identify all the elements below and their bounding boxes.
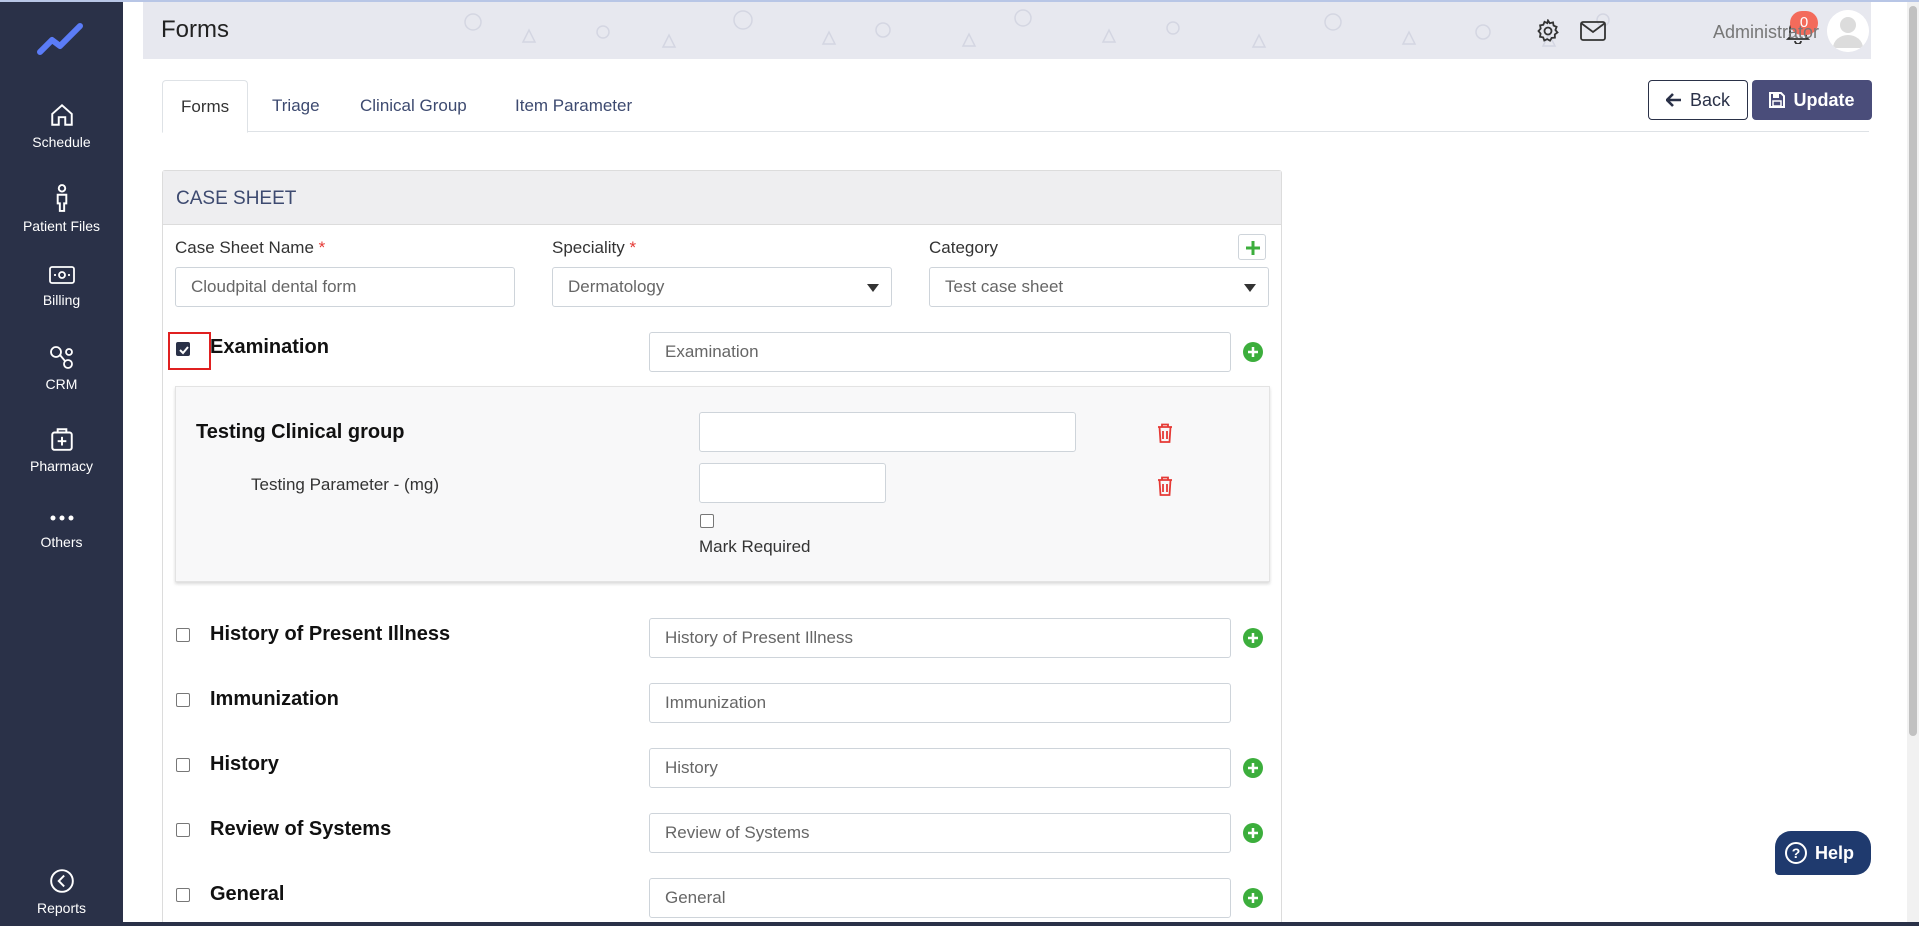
- section-title: Immunization: [210, 688, 339, 710]
- highlight-box: [168, 332, 211, 370]
- sidebar-item-label: Patient Files: [22, 218, 101, 234]
- section-title: History: [210, 753, 279, 775]
- section-checkbox[interactable]: [176, 628, 190, 642]
- section-input[interactable]: History: [649, 748, 1231, 788]
- sidebar-item-label: CRM: [45, 376, 78, 392]
- arrow-left-icon: [1665, 93, 1681, 107]
- section-title: General: [210, 883, 285, 905]
- section-checkbox[interactable]: [176, 823, 190, 837]
- tab-forms[interactable]: Forms: [162, 80, 249, 133]
- sidebar-item-label: Schedule: [32, 134, 91, 150]
- case-sheet-title: CASE SHEET: [176, 188, 297, 209]
- save-icon: [1769, 92, 1786, 108]
- sidebar-item-crm[interactable]: CRM: [0, 344, 123, 392]
- trash-icon[interactable]: [1157, 423, 1173, 443]
- category-label: Category: [929, 238, 998, 257]
- trash-icon[interactable]: [1157, 476, 1173, 496]
- section-input[interactable]: Review of Systems: [649, 813, 1231, 853]
- user-name[interactable]: Administrator: [1713, 22, 1819, 43]
- tab-item-parameter[interactable]: Item Parameter: [497, 80, 650, 132]
- examination-title: Examination: [210, 336, 329, 358]
- section-input[interactable]: History of Present Illness: [649, 618, 1231, 658]
- section-input[interactable]: General: [649, 878, 1231, 918]
- sidebar-item-patient-files[interactable]: Patient Files: [0, 184, 123, 234]
- plus-icon: [1246, 241, 1260, 255]
- page-title: Forms: [161, 16, 229, 43]
- update-label: Update: [1793, 90, 1855, 110]
- pharmacy-icon: [50, 428, 73, 451]
- crm-icon: [49, 346, 73, 369]
- section-title: Review of Systems: [210, 818, 392, 840]
- speciality-label: Speciality *: [552, 238, 637, 257]
- back-button[interactable]: Back: [1648, 80, 1748, 120]
- chevron-down-icon: [1244, 284, 1256, 292]
- patient-icon: [56, 184, 67, 212]
- bottom-border: [0, 922, 1919, 926]
- clinical-group-input[interactable]: [699, 412, 1076, 452]
- sidebar: Schedule Patient Files Billing CRM Pharm…: [0, 2, 123, 926]
- section-title: History of Present Illness: [210, 623, 451, 645]
- user-avatar-icon: [1827, 10, 1869, 52]
- home-icon: [50, 103, 73, 126]
- section-checkbox[interactable]: [176, 758, 190, 772]
- chevron-down-icon: [867, 284, 879, 292]
- more-icon: [50, 515, 73, 521]
- sidebar-item-label: Others: [40, 534, 83, 550]
- top-header: Forms 0 Administrator: [143, 2, 1871, 59]
- sidebar-item-label: Reports: [36, 900, 87, 916]
- section-checkbox[interactable]: [176, 888, 190, 902]
- add-section-icon[interactable]: [1243, 888, 1263, 908]
- speciality-select[interactable]: Dermatology: [552, 267, 892, 307]
- category-select[interactable]: Test case sheet: [929, 267, 1269, 307]
- case-sheet-name-label: Case Sheet Name *: [175, 238, 326, 257]
- sidebar-item-label: Billing: [42, 292, 81, 308]
- mark-required-checkbox[interactable]: [700, 514, 714, 528]
- sidebar-item-pharmacy[interactable]: Pharmacy: [0, 426, 123, 474]
- help-label: Help: [1815, 843, 1855, 863]
- sidebar-item-schedule[interactable]: Schedule: [0, 102, 123, 150]
- help-button[interactable]: ? Help: [1775, 831, 1871, 875]
- avatar[interactable]: [1827, 10, 1869, 52]
- tab-triage[interactable]: Triage: [254, 80, 338, 132]
- parameter-label: Testing Parameter - (mg): [251, 475, 439, 494]
- scrollbar[interactable]: [1907, 2, 1919, 926]
- sidebar-item-label: Pharmacy: [29, 458, 94, 474]
- billing-icon: [48, 266, 75, 284]
- add-examination-icon[interactable]: [1243, 342, 1263, 362]
- sidebar-item-reports[interactable]: Reports: [0, 868, 123, 916]
- add-category-button[interactable]: [1238, 234, 1266, 260]
- reports-icon: [49, 869, 74, 893]
- gear-icon[interactable]: [1536, 19, 1560, 43]
- question-icon: ?: [1785, 842, 1807, 864]
- case-sheet-header: CASE SHEET: [163, 171, 1281, 225]
- mark-required-label: Mark Required: [699, 537, 811, 556]
- back-label: Back: [1689, 90, 1731, 110]
- sidebar-item-billing[interactable]: Billing: [0, 264, 123, 308]
- tab-clinical-group[interactable]: Clinical Group: [342, 80, 485, 132]
- scroll-thumb[interactable]: [1909, 6, 1917, 736]
- add-section-icon[interactable]: [1243, 823, 1263, 843]
- section-checkbox[interactable]: [176, 693, 190, 707]
- add-section-icon[interactable]: [1243, 758, 1263, 778]
- section-input[interactable]: Immunization: [649, 683, 1231, 723]
- header-decoration: [464, 9, 1610, 48]
- parameter-input[interactable]: [699, 463, 886, 503]
- case-sheet-name-input[interactable]: Cloudpital dental form: [175, 267, 515, 307]
- update-button[interactable]: Update: [1752, 80, 1872, 120]
- form-tabs: Forms Triage Clinical Group Item Paramet…: [162, 80, 1869, 133]
- add-section-icon[interactable]: [1243, 628, 1263, 648]
- sidebar-item-others[interactable]: Others: [0, 508, 123, 550]
- examination-input[interactable]: Examination: [649, 332, 1231, 372]
- clinical-group-title: Testing Clinical group: [196, 421, 405, 443]
- mail-icon[interactable]: [1580, 21, 1606, 41]
- logo-icon[interactable]: [36, 20, 86, 60]
